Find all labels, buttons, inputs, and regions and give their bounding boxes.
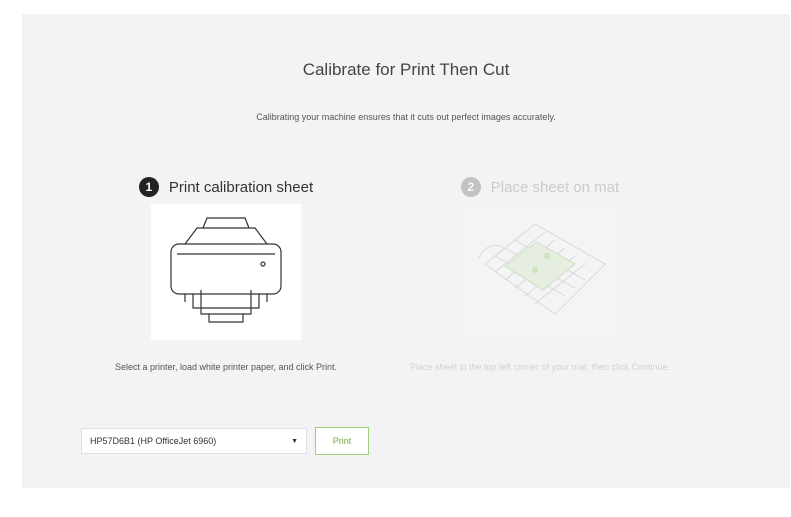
print-button[interactable]: Print — [315, 427, 369, 455]
printer-select-value: HP57D6B1 (HP OfficeJet 6960) — [90, 436, 217, 446]
step-title: Place sheet on mat — [490, 178, 620, 196]
chevron-down-icon: ▼ — [291, 437, 298, 445]
step-print-calibration-sheet: 1 Print calibration sheet Select a print… — [81, 176, 371, 374]
step-header: 2 Place sheet on mat — [395, 176, 685, 198]
printer-select[interactable]: HP57D6B1 (HP OfficeJet 6960) ▼ — [81, 428, 307, 454]
step-place-sheet-on-mat: 2 Place sheet on mat Place sheet in the … — [395, 176, 685, 374]
dialog-subtitle: Calibrating your machine ensures that it… — [256, 112, 556, 122]
dialog-title: Calibrate for Print Then Cut — [302, 60, 510, 79]
step-description: Select a printer, load white printer pap… — [114, 362, 338, 372]
print-controls: HP57D6B1 (HP OfficeJet 6960) ▼ Print — [81, 427, 369, 455]
step-number-badge: 1 — [138, 177, 159, 197]
step-header: 1 Print calibration sheet — [81, 176, 371, 198]
step-number-badge: 2 — [460, 177, 481, 197]
printer-illustration — [151, 204, 301, 340]
mat-illustration — [465, 204, 615, 340]
step-title: Print calibration sheet — [168, 178, 314, 196]
step-description: Place sheet in the top left corner of yo… — [409, 362, 671, 372]
